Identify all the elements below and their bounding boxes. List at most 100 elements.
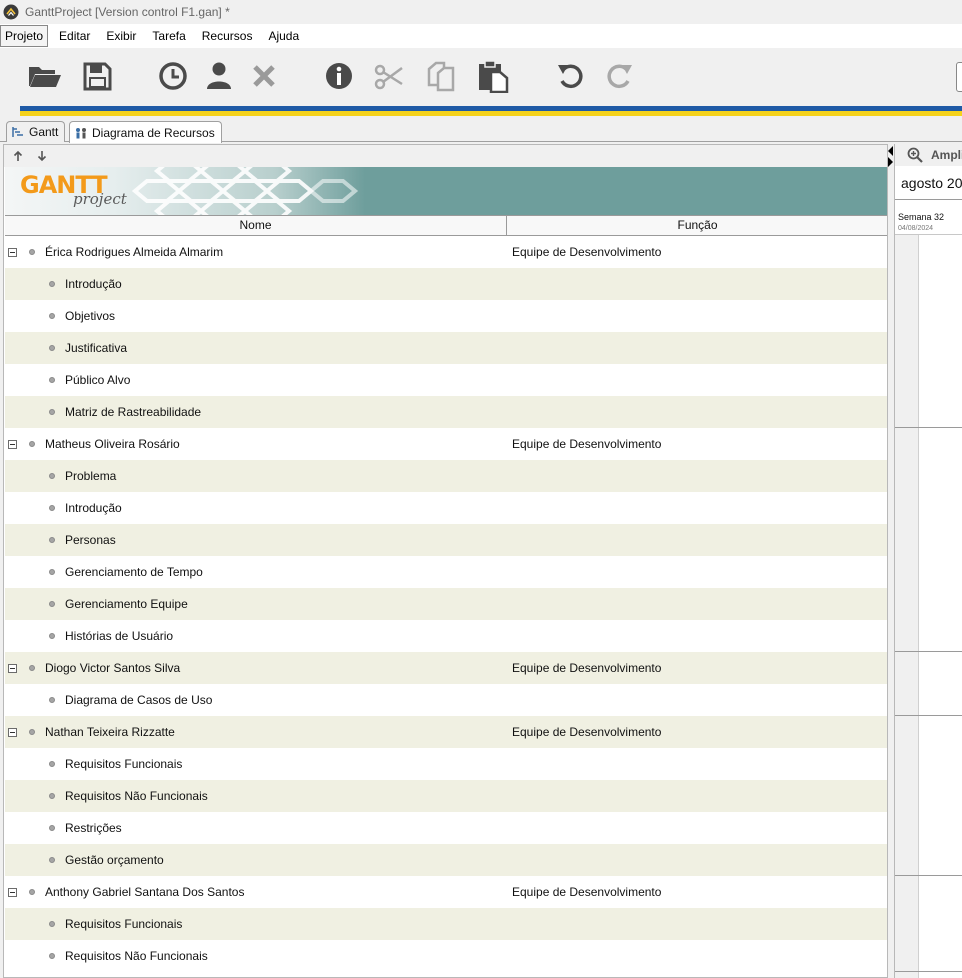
resource-dot-icon — [29, 889, 35, 895]
week-label: Semana 32 — [898, 212, 945, 222]
open-project-button[interactable] — [26, 58, 62, 94]
menu-exibir[interactable]: Exibir — [101, 25, 141, 47]
assignment-name: Justificativa — [65, 341, 128, 355]
zoom-in-button[interactable]: Ampliar — [931, 148, 962, 162]
table-row[interactable]: Requisitos Funcionais — [5, 748, 887, 780]
table-row[interactable]: Matriz de Rastreabilidade — [5, 396, 887, 428]
zoom-bar: Ampliar — [895, 144, 962, 166]
assignment-name: Histórias de Usuário — [65, 629, 174, 643]
toolbar-overflow-button[interactable] — [956, 62, 962, 92]
table-row[interactable]: Requisitos Não Funcionais — [5, 940, 887, 972]
menu-ajuda[interactable]: Ajuda — [263, 25, 304, 47]
tab-gantt[interactable]: Gantt — [6, 121, 66, 142]
assignment-dot-icon — [49, 601, 55, 607]
table-row[interactable]: Restrições — [5, 812, 887, 844]
save-button[interactable] — [79, 58, 115, 94]
resource-name: Érica Rodrigues Almeida Almarim — [45, 245, 224, 259]
collapse-left-icon[interactable] — [888, 146, 893, 156]
zoom-in-icon[interactable] — [907, 147, 923, 163]
resource-separator-line — [895, 427, 962, 428]
assignment-name: Público Alvo — [65, 373, 131, 387]
assignment-dot-icon — [49, 313, 55, 319]
menu-tarefa[interactable]: Tarefa — [147, 25, 190, 47]
tab-resource-chart[interactable]: Diagrama de Recursos — [69, 121, 222, 143]
copy-icon — [427, 61, 455, 92]
redo-button[interactable] — [601, 58, 637, 94]
table-row[interactable]: Matheus Oliveira Rosário Equipe de Desen… — [5, 428, 887, 460]
menu-editar[interactable]: Editar — [54, 25, 95, 47]
assignment-dot-icon — [49, 761, 55, 767]
assignment-dot-icon — [49, 281, 55, 287]
table-row[interactable]: Justificativa — [5, 332, 887, 364]
resource-separator-line — [895, 971, 962, 972]
ganttproject-app-icon — [3, 4, 19, 20]
collapse-toggle-icon[interactable] — [8, 664, 17, 673]
collapse-toggle-icon[interactable] — [8, 888, 17, 897]
table-row[interactable]: Gestão orçamento — [5, 844, 887, 876]
table-row[interactable]: Problema — [5, 460, 887, 492]
table-row[interactable]: Introdução — [5, 492, 887, 524]
table-row[interactable]: Histórias de Usuário — [5, 620, 887, 652]
tab-gantt-label: Gantt — [29, 125, 59, 139]
arrow-up-icon — [13, 150, 23, 161]
table-row[interactable]: Objetivos — [5, 300, 887, 332]
table-row[interactable]: Diogo Victor Santos Silva Equipe de Dese… — [5, 652, 887, 684]
column-header-role[interactable]: Função — [508, 216, 887, 235]
table-row[interactable]: Requisitos Não Funcionais — [5, 780, 887, 812]
resource-name: Nathan Teixeira Rizzatte — [45, 725, 175, 739]
toolbar — [0, 48, 962, 108]
collapse-toggle-icon[interactable] — [8, 248, 17, 257]
menu-recursos[interactable]: Recursos — [197, 25, 258, 47]
move-down-button[interactable] — [36, 150, 48, 162]
collapse-toggle-icon[interactable] — [8, 728, 17, 737]
assignment-dot-icon — [49, 473, 55, 479]
copy-button[interactable] — [423, 58, 459, 94]
undo-button[interactable] — [553, 58, 589, 94]
table-row[interactable]: Personas — [5, 524, 887, 556]
resource-role: Equipe de Desenvolvimento — [512, 885, 662, 899]
table-row[interactable]: Anthony Gabriel Santana Dos Santos Equip… — [5, 876, 887, 908]
table-row[interactable]: Érica Rodrigues Almeida Almarim Equipe d… — [5, 236, 887, 268]
resource-separator-line — [895, 651, 962, 652]
table-row[interactable]: Requisitos Funcionais — [5, 908, 887, 940]
table-header: Nome Função — [5, 215, 887, 236]
assignment-dot-icon — [49, 921, 55, 927]
collapse-toggle-icon[interactable] — [8, 440, 17, 449]
person-icon — [207, 62, 231, 89]
people-icon — [76, 127, 86, 138]
hexagon-pattern-graphic — [131, 167, 359, 215]
assignment-name: Objetivos — [65, 309, 116, 323]
table-row[interactable]: Público Alvo — [5, 364, 887, 396]
menu-projeto[interactable]: Projeto — [0, 25, 49, 47]
move-up-button[interactable] — [12, 150, 24, 162]
table-row[interactable]: Gerenciamento de Tempo — [5, 556, 887, 588]
assignment-dot-icon — [49, 569, 55, 575]
table-row[interactable]: Diagrama de Casos de Uso — [5, 684, 887, 716]
view-tabs: Gantt Diagrama de Recursos — [0, 118, 962, 143]
assignment-dot-icon — [49, 697, 55, 703]
paste-button[interactable] — [475, 58, 511, 94]
resource-role: Equipe de Desenvolvimento — [512, 725, 662, 739]
timeline-month-header: agosto 2024 — [895, 166, 962, 200]
collapse-right-icon[interactable] — [888, 157, 893, 167]
resource-role: Equipe de Desenvolvimento — [512, 437, 662, 451]
new-resource-button[interactable] — [201, 58, 237, 94]
column-header-name[interactable]: Nome — [5, 216, 507, 235]
table-row[interactable]: Introdução — [5, 268, 887, 300]
resource-chart-panel: Ampliar agosto 2024 Semana 32 04/08/2024 — [894, 144, 962, 978]
assignment-dot-icon — [49, 537, 55, 543]
clock-icon — [159, 62, 187, 90]
table-row[interactable]: Nathan Teixeira Rizzatte Equipe de Desen… — [5, 716, 887, 748]
cut-button[interactable] — [371, 58, 407, 94]
assignment-name: Matriz de Rastreabilidade — [65, 405, 202, 419]
properties-button[interactable] — [321, 58, 357, 94]
accent-stripe-yellow — [20, 111, 962, 116]
table-row[interactable]: Gerenciamento Equipe — [5, 588, 887, 620]
delete-button[interactable] — [246, 58, 282, 94]
weekend-column — [895, 235, 919, 978]
assignment-dot-icon — [49, 857, 55, 863]
new-task-button[interactable] — [155, 58, 191, 94]
assignment-name: Gerenciamento Equipe — [65, 597, 188, 611]
week-date-label: 04/08/2024 — [898, 225, 934, 232]
assignment-name: Introdução — [65, 501, 122, 515]
